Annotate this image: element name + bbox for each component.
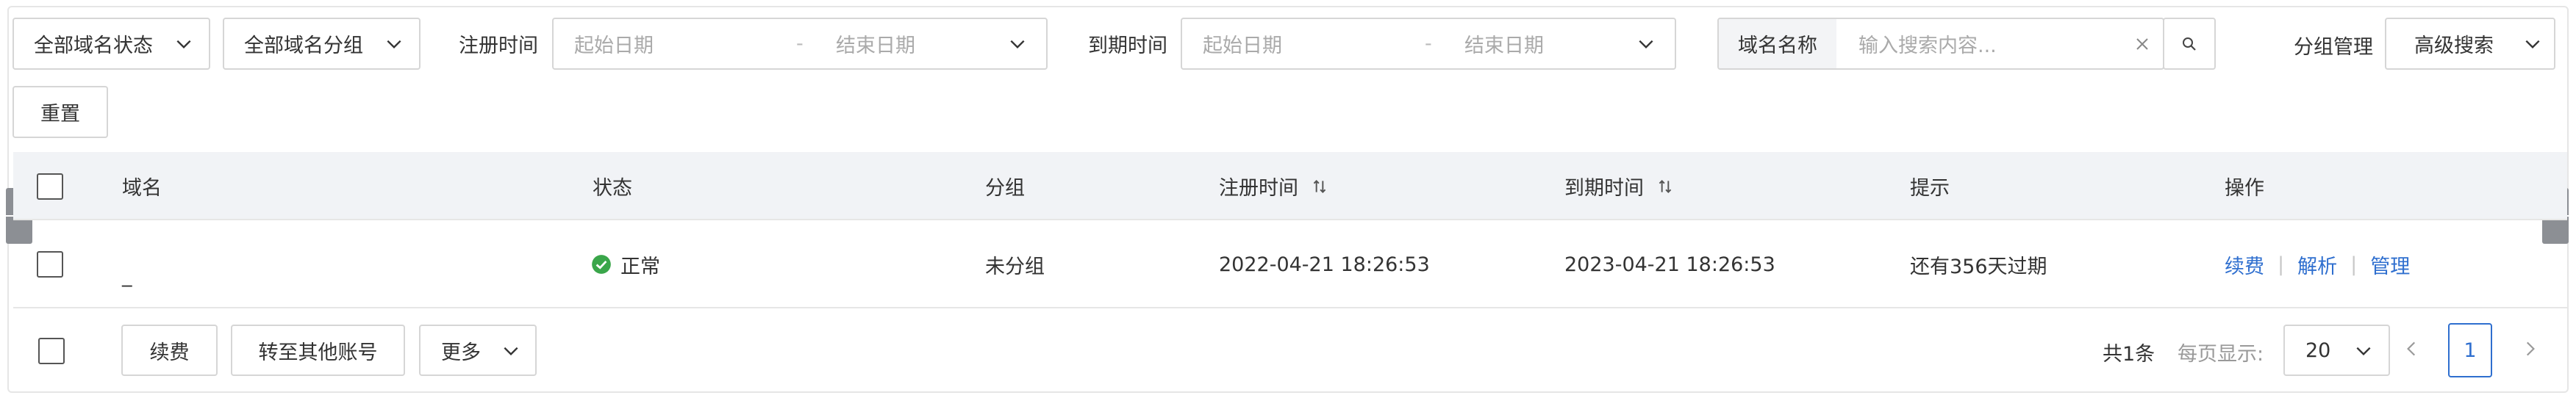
search-input[interactable]: 输入搜索内容... [1858,29,1997,58]
renew-link[interactable]: 续费 [2225,250,2264,279]
search-icon [2180,35,2198,53]
column-status: 状态 [593,177,632,200]
page-button-current[interactable]: 1 [2448,323,2492,377]
reg-date-range[interactable]: 起始日期 - 结束日期 [552,18,1048,70]
dns-link[interactable]: 解析 [2297,250,2337,279]
row-domain[interactable]: _ [122,220,132,308]
search-button[interactable] [2163,18,2216,70]
select-all-checkbox[interactable] [37,152,63,220]
exp-range-separator: - [1425,32,1432,55]
reg-time-label: 注册时间 [459,35,538,57]
column-domain: 域名 [122,177,162,200]
chevron-down-icon [1636,35,1656,54]
manage-link[interactable]: 管理 [2370,250,2410,279]
exp-end-date[interactable]: 结束日期 [1464,29,1544,58]
page-size-select[interactable]: 20 [2283,325,2390,376]
chevron-down-icon [501,341,520,361]
group-manage-link[interactable]: 分组管理 [2294,31,2373,59]
chevron-down-icon [2354,341,2373,361]
group-select[interactable]: 全部域名分组 [223,18,421,70]
column-reg-time[interactable]: 注册时间 [1219,152,1329,220]
domain-search-group: 域名名称 输入搜索内容... [1717,18,2164,70]
row-checkbox[interactable] [37,220,63,308]
column-group: 分组 [985,177,1025,200]
search-field-label: 域名名称 [1719,19,1836,68]
row-group: 未分组 [985,255,1045,278]
per-page-label: 每页显示: [2178,343,2264,366]
row-actions: 续费 | 解析 | 管理 [2225,220,2410,308]
reset-button[interactable]: 重置 [12,86,108,138]
group-select-value: 全部域名分组 [244,35,363,57]
advanced-search-label: 高级搜索 [2414,35,2494,57]
chevron-down-icon [384,35,404,54]
total-count: 共1条 [2103,343,2155,366]
exp-time-label: 到期时间 [1088,35,1167,57]
chevron-down-icon [174,35,193,54]
status-select-value: 全部域名状态 [34,35,153,57]
sort-icon[interactable] [1656,177,1675,196]
transfer-account-button[interactable]: 转至其他账号 [231,325,405,376]
more-button[interactable]: 更多 [419,325,537,376]
more-label: 更多 [441,341,481,364]
row-status: 正常 [591,220,660,308]
exp-date-range[interactable]: 起始日期 - 结束日期 [1181,18,1676,70]
table-header: 域名 状态 分组 注册时间 到期时间 提示 操作 [13,152,2567,220]
prev-page-icon[interactable] [2403,339,2422,358]
table-row: _ 正常 未分组 2022-04-21 18:26:53 2023-04-21 … [13,220,2567,308]
reg-end-date[interactable]: 结束日期 [836,29,915,58]
chevron-down-icon [1008,35,1027,54]
advanced-search-button[interactable]: 高级搜索 [2385,18,2555,70]
sort-icon[interactable] [1310,177,1329,196]
column-actions: 操作 [2225,177,2264,200]
status-select[interactable]: 全部域名状态 [12,18,210,70]
batch-renew-button[interactable]: 续费 [121,325,218,376]
column-hint: 提示 [1910,177,1950,200]
row-reg-time: 2022-04-21 18:26:53 [1219,253,1430,276]
check-circle-icon [591,254,612,275]
footer-select-all-checkbox[interactable] [38,338,65,364]
reg-start-date[interactable]: 起始日期 [574,29,654,58]
reg-range-separator: - [796,32,804,55]
exp-start-date[interactable]: 起始日期 [1203,29,1282,58]
row-exp-time: 2023-04-21 18:26:53 [1564,253,1775,276]
row-hint: 还有356天过期 [1910,255,2047,278]
page-size-value: 20 [2305,339,2331,362]
chevron-down-icon [2523,35,2542,54]
close-icon[interactable] [2133,35,2151,53]
next-page-icon[interactable] [2520,339,2539,358]
column-exp-time[interactable]: 到期时间 [1564,152,1675,220]
